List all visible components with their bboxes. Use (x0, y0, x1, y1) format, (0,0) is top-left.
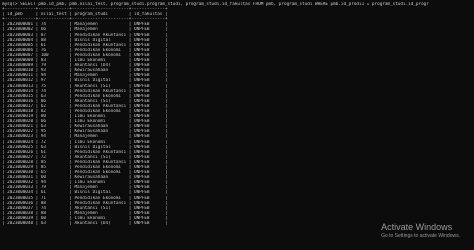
query-result-table: +------------+------------+-------------… (2, 7, 472, 226)
activate-windows-watermark: Activate Windows Go to Settings to activ… (381, 222, 460, 240)
terminal-window[interactable]: mysql> SELECT pmb.id_pmb, pmb.nilai_test… (2, 2, 472, 250)
table-cell: Akuntansi (D4) (71, 221, 129, 227)
watermark-title: Activate Windows (381, 222, 453, 232)
table-cell: 2023000040 (4, 221, 36, 227)
table-cell: UNPFEB (131, 221, 166, 227)
watermark-subtitle: Go to Settings to activate Windows. (381, 233, 460, 239)
table-cell: 63 (38, 221, 70, 227)
